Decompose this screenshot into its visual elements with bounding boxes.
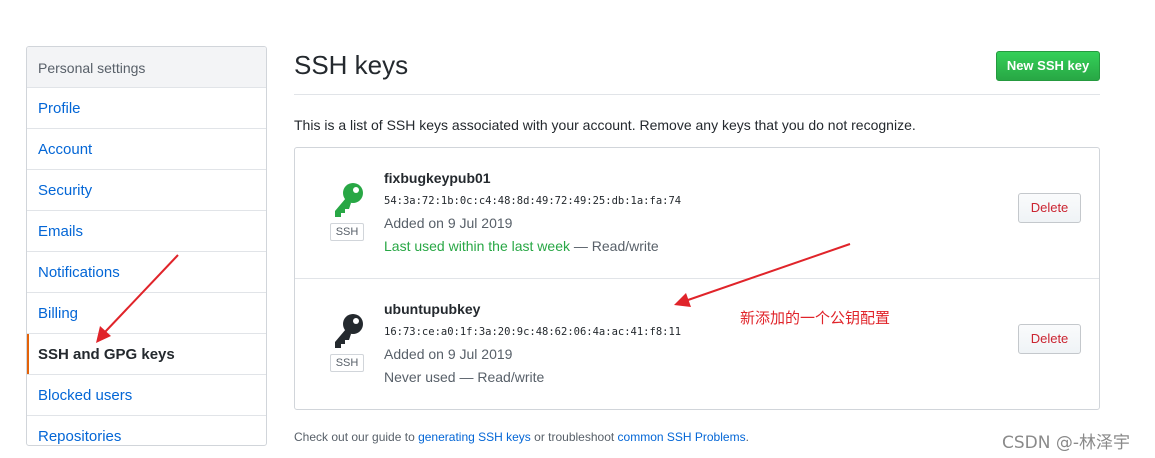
annotation-arrows — [96, 243, 851, 343]
arrow-to-key — [674, 243, 851, 307]
arrow-to-sidebar — [96, 254, 179, 343]
watermark: CSDN @-林泽宇 — [1002, 433, 1131, 453]
annotation-text: 新添加的一个公钥配置 — [740, 309, 891, 327]
